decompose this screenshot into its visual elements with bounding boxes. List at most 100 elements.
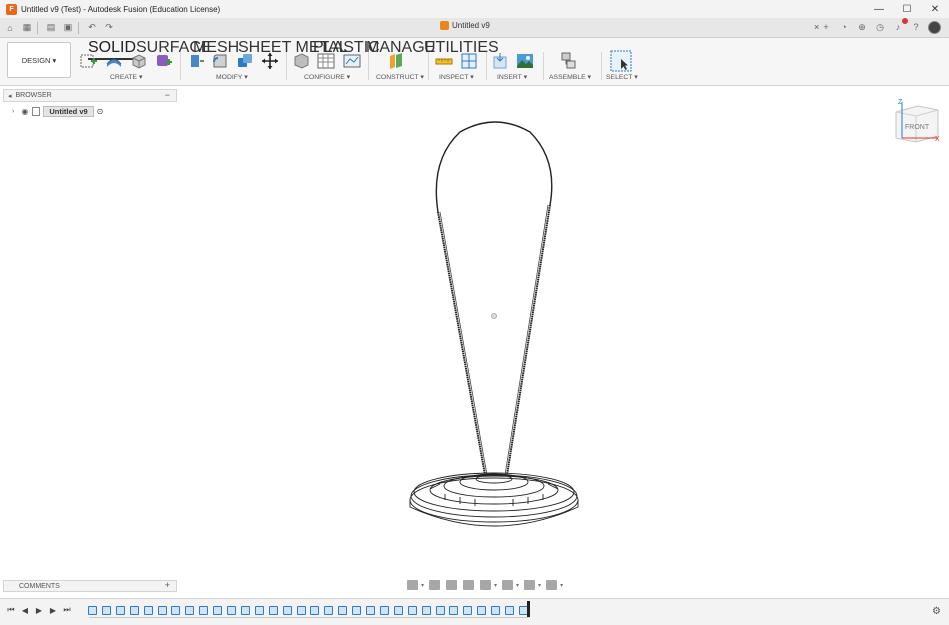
timeline-feature-icon[interactable] <box>477 606 487 615</box>
orbit-icon[interactable] <box>407 580 418 590</box>
offset-plane-icon[interactable] <box>387 52 405 70</box>
configure-model-icon[interactable] <box>292 52 310 70</box>
new-component-icon[interactable] <box>559 52 577 70</box>
look-at-icon[interactable] <box>429 580 441 590</box>
add-comment-button[interactable]: + <box>165 580 170 590</box>
timeline-feature-icon[interactable] <box>463 606 473 615</box>
timeline-feature-icon[interactable] <box>115 606 125 615</box>
help-icon[interactable]: ? <box>909 20 923 34</box>
zoom-icon[interactable] <box>463 580 475 590</box>
section-analysis-icon[interactable] <box>460 52 478 70</box>
viewports-icon[interactable] <box>546 580 558 590</box>
timeline-go-end-icon[interactable]: ⏭ <box>62 605 72 615</box>
timeline-feature-icon[interactable] <box>213 606 223 615</box>
timeline-feature-icon[interactable] <box>324 606 334 615</box>
timeline-step-forward-icon[interactable]: ▶ <box>48 605 58 615</box>
configuration-theme-icon[interactable] <box>343 52 361 70</box>
timeline-feature-icon[interactable] <box>227 606 236 615</box>
ribbon-toolbar: DESIGN ▾ SOLID SURFACE MESH SHEET METAL … <box>0 38 949 86</box>
timeline-feature-icon[interactable] <box>101 606 111 615</box>
grid-snaps-icon[interactable] <box>524 580 536 590</box>
settings-gear-icon[interactable]: ⚙ <box>932 606 941 617</box>
display-settings-icon[interactable] <box>502 580 514 590</box>
comments-panel-header[interactable]: COMMENTS + <box>3 580 177 592</box>
timeline-play-icon[interactable]: ▶ <box>34 605 44 615</box>
construct-menu[interactable]: CONSTRUCT ▾ <box>376 73 424 81</box>
new-tab-plus-icon[interactable]: + <box>819 20 833 34</box>
workspace-switcher-button[interactable]: DESIGN ▾ <box>7 42 71 78</box>
timeline-track[interactable] <box>84 603 534 619</box>
notifications-bell-icon[interactable]: ♪ <box>891 18 908 34</box>
timeline-feature-icon[interactable] <box>171 606 181 615</box>
redo-icon[interactable]: ↷ <box>102 21 116 35</box>
timeline-feature-icon[interactable] <box>491 606 501 615</box>
timeline-feature-icon[interactable] <box>268 606 278 615</box>
minimize-button[interactable]: — <box>865 0 893 18</box>
undo-icon[interactable]: ↶ <box>85 21 99 35</box>
timeline-go-start-icon[interactable]: ⏮ <box>6 605 16 615</box>
save-icon[interactable]: ▣ <box>61 21 75 35</box>
press-pull-icon[interactable] <box>187 52 205 70</box>
timeline-feature-icon[interactable] <box>505 606 514 615</box>
create-menu[interactable]: CREATE ▾ <box>110 73 142 81</box>
timeline-baseline <box>89 617 529 618</box>
document-tab[interactable]: Untitled v9 <box>440 21 490 30</box>
timeline-feature-icon[interactable] <box>407 606 417 615</box>
timeline-feature-icon[interactable] <box>88 606 97 615</box>
timeline-feature-icon[interactable] <box>199 606 209 615</box>
insert-menu[interactable]: INSERT ▾ <box>497 73 527 81</box>
timeline-feature-icon[interactable] <box>157 606 167 615</box>
configuration-table-icon[interactable] <box>317 52 335 70</box>
select-menu[interactable]: SELECT ▾ <box>606 73 638 81</box>
select-icon[interactable] <box>610 50 632 72</box>
measure-icon[interactable] <box>435 52 453 70</box>
timeline-feature-icon[interactable] <box>393 606 403 615</box>
combine-icon[interactable] <box>236 52 254 70</box>
timeline-feature-icon[interactable] <box>143 606 153 615</box>
timeline-feature-icon[interactable] <box>129 606 139 615</box>
create-sketch-icon[interactable] <box>80 52 98 70</box>
timeline-marker[interactable] <box>527 601 530 617</box>
viewcube[interactable]: Z X FRONT <box>890 98 945 150</box>
configure-menu[interactable]: CONFIGURE ▾ <box>304 73 350 81</box>
viewport-canvas[interactable] <box>0 86 949 576</box>
timeline-step-back-icon[interactable]: ◀ <box>20 605 30 615</box>
assemble-menu[interactable]: ASSEMBLE ▾ <box>549 73 591 81</box>
separator <box>286 52 287 80</box>
user-avatar[interactable] <box>928 20 941 34</box>
timeline-feature-icon[interactable] <box>338 606 348 615</box>
timeline-feature-icon[interactable] <box>254 606 264 615</box>
timeline-feature-icon[interactable] <box>449 606 459 615</box>
app-grid-icon[interactable]: ▦ <box>20 21 34 35</box>
home-icon[interactable]: ⌂ <box>3 21 17 35</box>
extrude-icon[interactable] <box>105 52 123 70</box>
jobs-status-icon[interactable]: ◔ <box>837 20 851 34</box>
file-icon[interactable]: ▤ <box>44 21 58 35</box>
timeline-feature-icon[interactable] <box>310 606 320 615</box>
modify-menu[interactable]: MODIFY ▾ <box>216 73 248 81</box>
maximize-button[interactable]: ☐ <box>893 0 921 18</box>
fit-zoom-icon[interactable] <box>480 580 492 590</box>
dropdown-chevron-icon: ▾ <box>421 582 425 589</box>
timeline-feature-icon[interactable] <box>352 606 362 615</box>
create-form-icon[interactable] <box>155 52 173 70</box>
timeline-feature-icon[interactable] <box>435 606 445 615</box>
timeline-feature-icon[interactable] <box>366 606 375 615</box>
fillet-icon[interactable] <box>211 52 229 70</box>
viewcube-front-face[interactable]: FRONT <box>905 124 930 131</box>
online-status-icon[interactable]: ◷ <box>873 20 887 34</box>
insert-derive-icon[interactable] <box>491 52 509 70</box>
timeline-feature-icon[interactable] <box>421 606 431 615</box>
timeline-feature-icon[interactable] <box>296 606 306 615</box>
close-window-button[interactable]: ✕ <box>921 0 949 18</box>
insert-canvas-icon[interactable] <box>516 52 534 70</box>
timeline-feature-icon[interactable] <box>185 606 195 615</box>
move-copy-icon[interactable] <box>261 52 279 70</box>
pan-hand-icon[interactable] <box>446 580 458 590</box>
inspect-menu[interactable]: INSPECT ▾ <box>439 73 474 81</box>
timeline-feature-icon[interactable] <box>240 606 250 615</box>
extensions-icon[interactable]: ⊕ <box>855 20 869 34</box>
timeline-feature-icon[interactable] <box>282 606 292 615</box>
timeline-feature-icon[interactable] <box>379 606 389 615</box>
box-icon[interactable] <box>130 52 148 70</box>
